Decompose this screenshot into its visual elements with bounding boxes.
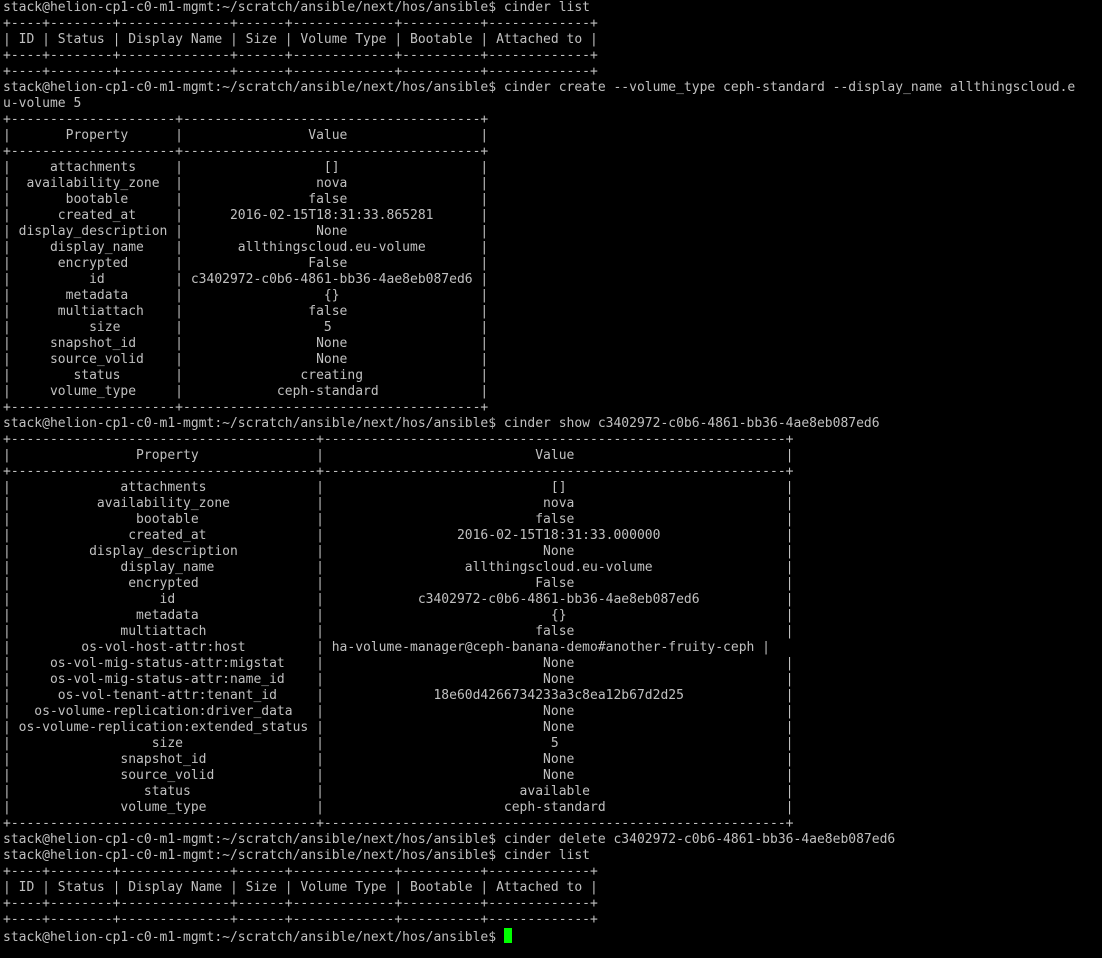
terminal-line: | created_at | 2016-02-15T18:31:33.00000… xyxy=(3,528,794,543)
terminal-line: | display_description | None | xyxy=(3,224,489,239)
terminal-line: | availability_zone | nova | xyxy=(3,496,794,511)
terminal-line: +---------------------------------------… xyxy=(3,816,794,831)
terminal-line: stack@helion-cp1-c0-m1-mgmt:~/scratch/an… xyxy=(3,80,1076,95)
terminal-line: +----+--------+--------------+------+---… xyxy=(3,896,598,911)
terminal-line: | os-volume-replication:driver_data | No… xyxy=(3,704,794,719)
terminal-line: +----+--------+--------------+------+---… xyxy=(3,16,598,31)
terminal-line: u-volume 5 xyxy=(3,96,82,111)
terminal-line: | volume_type | ceph-standard | xyxy=(3,800,794,815)
terminal-line: | bootable | false | xyxy=(3,512,794,527)
terminal-output: stack@helion-cp1-c0-m1-mgmt:~/scratch/an… xyxy=(3,0,1102,928)
terminal-input-line[interactable]: stack@helion-cp1-c0-m1-mgmt:~/scratch/an… xyxy=(3,928,1102,944)
terminal-line: | ID | Status | Display Name | Size | Vo… xyxy=(3,32,598,47)
terminal-line: | display_name | allthingscloud.eu-volum… xyxy=(3,240,489,255)
terminal-line: +----+--------+--------------+------+---… xyxy=(3,48,598,63)
terminal-line: | os-vol-mig-status-attr:name_id | None … xyxy=(3,672,794,687)
terminal-line: | attachments | [] | xyxy=(3,160,489,175)
terminal-line: | multiattach | false | xyxy=(3,304,489,319)
terminal-line: | size | 5 | xyxy=(3,320,489,335)
terminal-line: stack@helion-cp1-c0-m1-mgmt:~/scratch/an… xyxy=(3,416,880,431)
terminal-line: | snapshot_id | None | xyxy=(3,752,794,767)
terminal-line: | snapshot_id | None | xyxy=(3,336,489,351)
terminal-line: +---------------------+-----------------… xyxy=(3,112,489,127)
terminal-line: | os-vol-mig-status-attr:migstat | None … xyxy=(3,656,794,671)
terminal-line: +---------------------------------------… xyxy=(3,432,794,447)
terminal-line: +---------------------+-----------------… xyxy=(3,400,489,415)
terminal-line: +---------------------+-----------------… xyxy=(3,144,489,159)
terminal-line: | status | creating | xyxy=(3,368,489,383)
text-cursor xyxy=(503,928,512,943)
terminal-line: +----+--------+--------------+------+---… xyxy=(3,912,598,927)
terminal-line: | source_volid | None | xyxy=(3,352,489,367)
shell-prompt: stack@helion-cp1-c0-m1-mgmt:~/scratch/an… xyxy=(3,930,504,944)
terminal-line: +----+--------+--------------+------+---… xyxy=(3,864,598,879)
terminal-line: | attachments | [] | xyxy=(3,480,794,495)
terminal-line: | id | c3402972-c0b6-4861-bb36-4ae8eb087… xyxy=(3,592,794,607)
terminal-line: | display_name | allthingscloud.eu-volum… xyxy=(3,560,794,575)
terminal-line: | metadata | {} | xyxy=(3,608,794,623)
terminal-line: | os-volume-replication:extended_status … xyxy=(3,720,794,735)
terminal-line: | size | 5 | xyxy=(3,736,794,751)
terminal-line: | volume_type | ceph-standard | xyxy=(3,384,489,399)
terminal-line: | encrypted | False | xyxy=(3,256,489,271)
terminal-line: | display_description | None | xyxy=(3,544,794,559)
terminal-line: | encrypted | False | xyxy=(3,576,794,591)
terminal-line: | multiattach | false | xyxy=(3,624,794,639)
terminal-line: stack@helion-cp1-c0-m1-mgmt:~/scratch/an… xyxy=(3,848,590,863)
terminal-line: | bootable | false | xyxy=(3,192,489,207)
terminal-line: | os-vol-tenant-attr:tenant_id | 18e60d4… xyxy=(3,688,794,703)
terminal-line: | id | c3402972-c0b6-4861-bb36-4ae8eb087… xyxy=(3,272,489,287)
terminal-line: | Property | Value | xyxy=(3,448,794,463)
terminal-line: | ID | Status | Display Name | Size | Vo… xyxy=(3,880,598,895)
terminal-line: | source_volid | None | xyxy=(3,768,794,783)
terminal-line: +---------------------------------------… xyxy=(3,464,794,479)
terminal-line: | os-vol-host-attr:host | ha-volume-mana… xyxy=(3,640,771,655)
terminal-line: stack@helion-cp1-c0-m1-mgmt:~/scratch/an… xyxy=(3,832,896,847)
terminal-window[interactable]: stack@helion-cp1-c0-m1-mgmt:~/scratch/an… xyxy=(0,0,1102,958)
terminal-line: | status | available | xyxy=(3,784,794,799)
terminal-line: | created_at | 2016-02-15T18:31:33.86528… xyxy=(3,208,489,223)
terminal-line: stack@helion-cp1-c0-m1-mgmt:~/scratch/an… xyxy=(3,0,590,15)
terminal-line: | availability_zone | nova | xyxy=(3,176,489,191)
terminal-line: | metadata | {} | xyxy=(3,288,489,303)
terminal-line: | Property | Value | xyxy=(3,128,489,143)
terminal-line: +----+--------+--------------+------+---… xyxy=(3,64,598,79)
